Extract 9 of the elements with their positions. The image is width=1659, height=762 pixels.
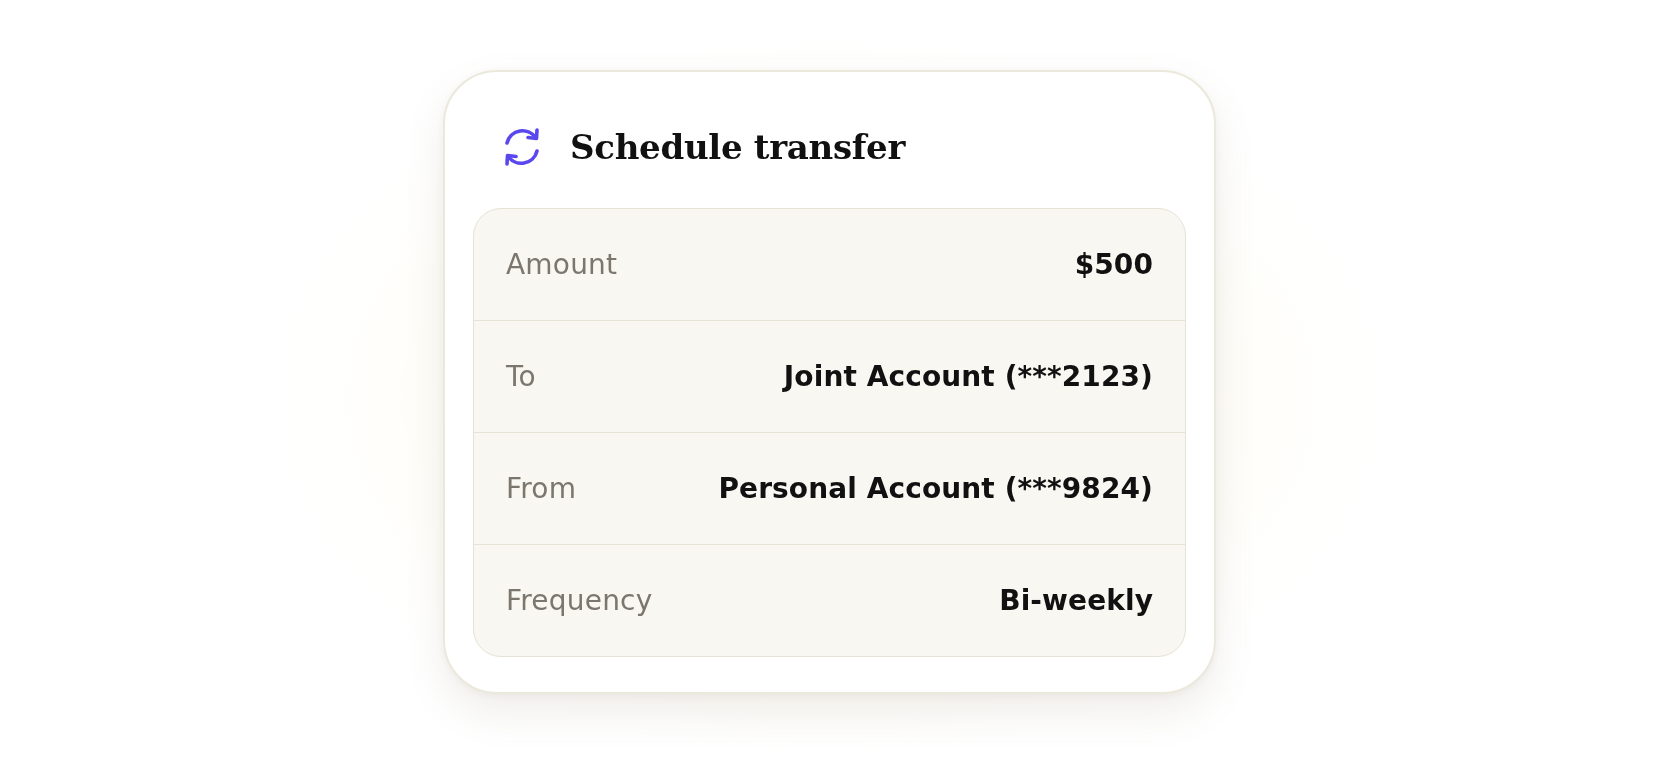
detail-label: To [506, 360, 536, 393]
detail-value: Personal Account (***9824) [718, 472, 1153, 505]
detail-label: From [506, 472, 577, 505]
detail-label: Amount [506, 248, 618, 281]
detail-label: Frequency [506, 584, 653, 617]
detail-value: $500 [1074, 248, 1153, 281]
detail-value: Bi-weekly [999, 584, 1153, 617]
detail-value: Joint Account (***2123) [783, 360, 1153, 393]
card-title: Schedule transfer [570, 126, 906, 169]
